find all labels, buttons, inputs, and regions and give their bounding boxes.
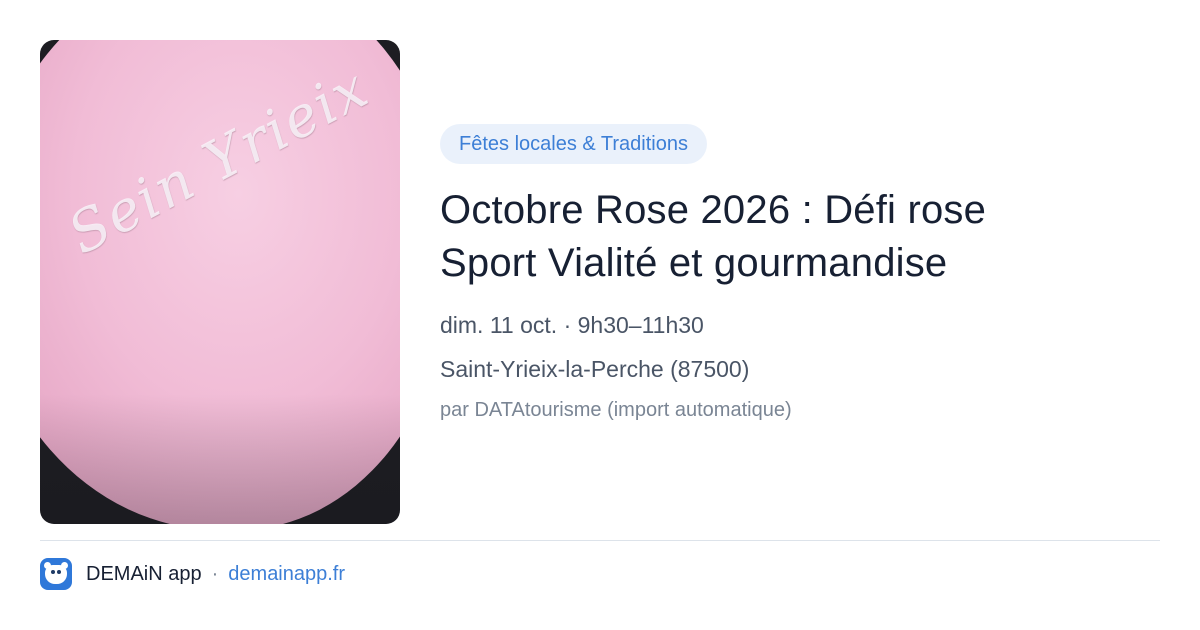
event-source: par DATAtourisme (import automatique) <box>440 399 792 421</box>
event-details: Fêtes locales & Traditions Octobre Rose … <box>440 124 1160 422</box>
event-image: Sein Yrieix <box>40 40 400 524</box>
event-title-line-1: Octobre Rose 2026 : Défi rose <box>440 188 987 232</box>
footer-separator: · <box>211 562 219 585</box>
footer: DEMAiN app · demainapp.fr <box>40 558 345 590</box>
bear-face-icon[interactable] <box>40 558 72 590</box>
footer-divider <box>40 540 1160 541</box>
image-shadow <box>40 394 400 524</box>
logo-eye-right <box>57 570 61 574</box>
category-tag[interactable]: Fêtes locales & Traditions <box>440 124 707 164</box>
app-name: DEMAiN app <box>86 562 202 585</box>
event-location: Saint-Yrieix-la-Perche (87500) <box>440 356 750 382</box>
logo-eye-left <box>51 570 55 574</box>
logo-face <box>45 565 67 584</box>
app-website-link[interactable]: demainapp.fr <box>228 563 345 586</box>
event-title-line-2: Sport Vialité et gourmandise <box>440 241 948 285</box>
event-title[interactable]: Octobre Rose 2026 : Défi rose Sport Vial… <box>440 184 1160 290</box>
event-datetime: dim. 11 oct. · 9h30–11h30 <box>440 312 704 338</box>
